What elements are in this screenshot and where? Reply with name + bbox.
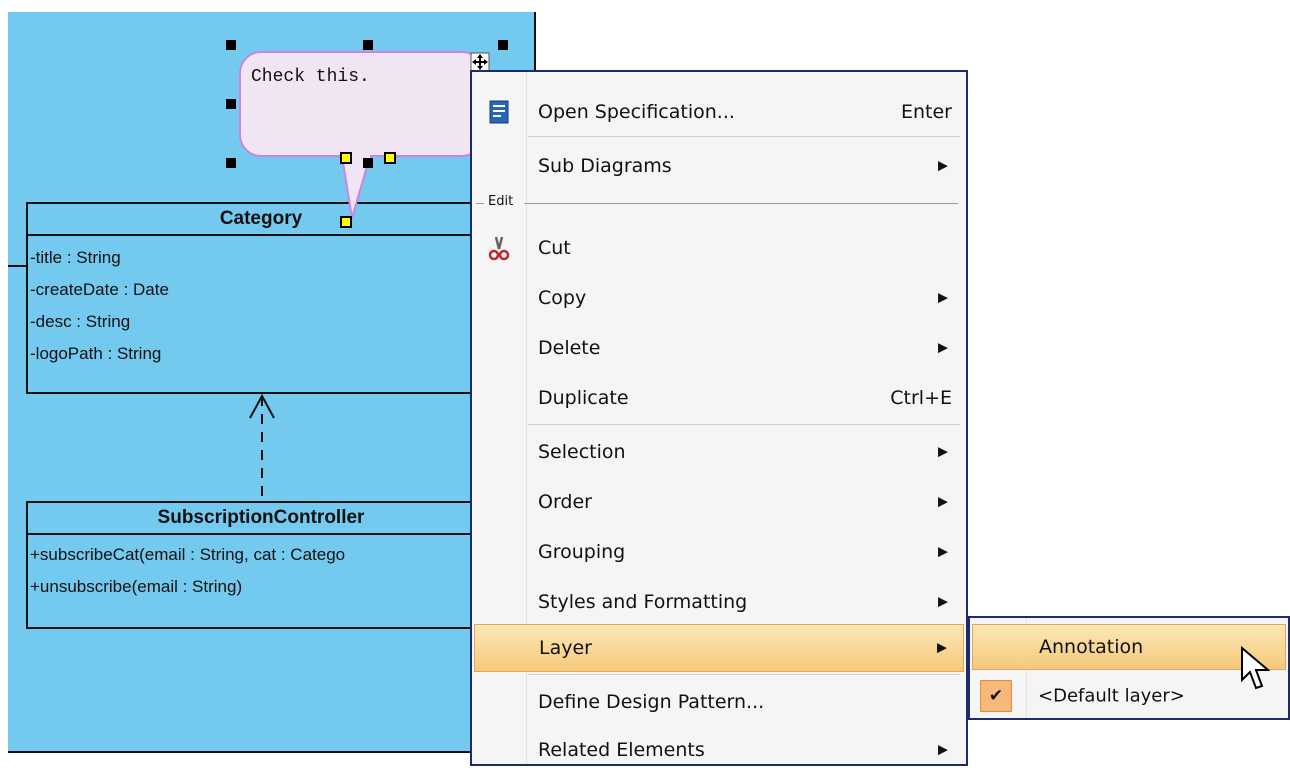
scissors-icon (488, 236, 510, 261)
pointer-handle[interactable] (340, 216, 352, 228)
class-attribute: -createDate : Date (30, 280, 169, 299)
submenu-item-default-layer[interactable]: ✔ <Default layer> (972, 674, 1286, 718)
class-attribute: -desc : String (30, 312, 131, 331)
menu-item-label: Delete (538, 337, 601, 359)
chevron-right-icon: ▶ (937, 640, 947, 656)
menu-item-related-elements[interactable]: Related Elements ▶ (474, 726, 964, 774)
menu-item-label: <Default layer> (1038, 685, 1185, 707)
menu-item-label: Sub Diagrams (538, 155, 672, 177)
menu-item-label: Order (538, 491, 592, 513)
chevron-right-icon: ▶ (938, 290, 948, 306)
class-subscription-controller[interactable]: SubscriptionController +subscribeCat(ema… (26, 501, 496, 629)
note-text: Check this. (251, 67, 370, 87)
chevron-right-icon: ▶ (938, 742, 948, 758)
menu-item-label: Open Specification... (538, 101, 735, 123)
menu-item-label: Annotation (1039, 636, 1144, 658)
pointer-handle[interactable] (340, 152, 352, 164)
menu-item-define-design-pattern[interactable]: Define Design Pattern... (474, 678, 964, 726)
chevron-right-icon: ▶ (938, 340, 948, 356)
chevron-right-icon: ▶ (938, 444, 948, 460)
menu-item-sub-diagrams[interactable]: Sub Diagrams ▶ (474, 142, 964, 190)
chevron-right-icon: ▶ (938, 544, 948, 560)
chevron-right-icon: ▶ (938, 494, 948, 510)
menu-item-label: Copy (538, 287, 587, 309)
class-name: Category (28, 204, 494, 236)
chevron-right-icon: ▶ (938, 158, 948, 174)
shortcut-label: Ctrl+E (890, 387, 952, 409)
class-category[interactable]: Category -title : String -createDate : D… (26, 202, 496, 394)
menu-item-label: Styles and Formatting (538, 591, 748, 613)
mouse-cursor-icon (1241, 646, 1270, 690)
menu-item-label: Cut (538, 237, 571, 259)
menu-separator (528, 424, 960, 425)
menu-item-label: Selection (538, 441, 626, 463)
menu-item-label: Grouping (538, 541, 626, 563)
checkmark-icon: ✔ (980, 680, 1012, 712)
selection-handle[interactable] (363, 158, 373, 168)
menu-item-layer[interactable]: Layer ▶ (474, 624, 964, 672)
menu-separator (528, 136, 960, 137)
dependency-arrow (249, 393, 275, 502)
class-operation: +subscribeCat(email : String, cat : Cate… (30, 545, 346, 564)
class-attribute: -title : String (30, 248, 121, 267)
section-label: Edit (488, 194, 514, 209)
menu-separator (528, 674, 960, 675)
menu-item-duplicate[interactable]: Duplicate Ctrl+E (474, 374, 964, 422)
selection-handle[interactable] (226, 40, 236, 50)
shortcut-label: Enter (901, 101, 952, 123)
selection-handle[interactable] (363, 40, 373, 50)
menu-item-copy[interactable]: Copy ▶ (474, 274, 964, 322)
specification-icon (489, 100, 509, 124)
menu-item-order[interactable]: Order ▶ (474, 478, 964, 526)
menu-item-styles-and-formatting[interactable]: Styles and Formatting ▶ (474, 578, 964, 626)
move-icon[interactable] (470, 52, 490, 72)
menu-item-label: Define Design Pattern... (538, 691, 765, 713)
chevron-right-icon: ▶ (938, 594, 948, 610)
menu-item-cut[interactable]: Cut (474, 224, 964, 272)
class-attribute: -logoPath : String (30, 344, 162, 363)
selection-handle[interactable] (226, 99, 236, 109)
menu-item-grouping[interactable]: Grouping ▶ (474, 528, 964, 576)
menu-item-delete[interactable]: Delete ▶ (474, 324, 964, 372)
menu-item-label: Related Elements (538, 739, 705, 761)
pointer-handle[interactable] (384, 152, 396, 164)
menu-item-label: Layer (539, 637, 592, 659)
menu-item-open-specification[interactable]: Open Specification... Enter (474, 88, 964, 136)
selection-handle[interactable] (226, 158, 236, 168)
menu-item-selection[interactable]: Selection ▶ (474, 428, 964, 476)
submenu-item-annotation[interactable]: Annotation (972, 624, 1286, 670)
class-name: SubscriptionController (28, 503, 494, 535)
association-line (8, 265, 28, 267)
class-operation: +unsubscribe(email : String) (30, 577, 243, 596)
context-menu: Open Specification... Enter Sub Diagrams… (470, 70, 968, 766)
selection-handle[interactable] (498, 40, 508, 50)
menu-section-edit: Edit (476, 194, 958, 212)
menu-item-label: Duplicate (538, 387, 629, 409)
note-callout[interactable]: Check this. (239, 51, 484, 157)
